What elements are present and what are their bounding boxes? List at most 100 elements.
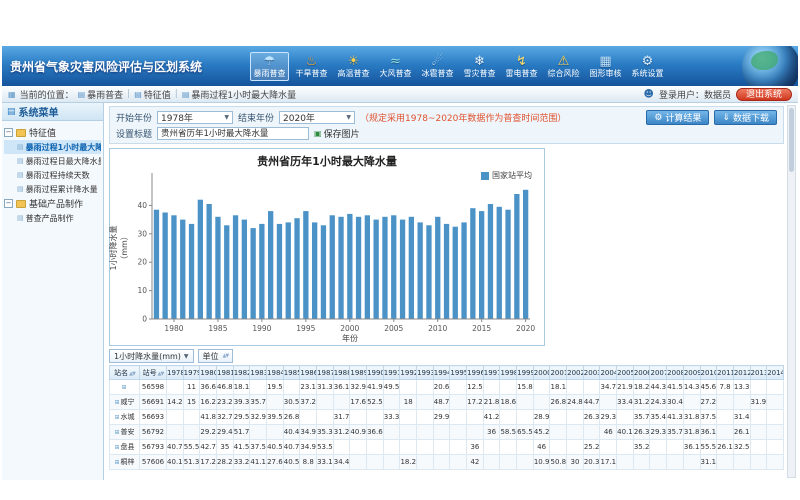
start-year-value: 1978年 bbox=[161, 111, 193, 124]
breadcrumb-item[interactable]: ▤暴雨普查 bbox=[78, 88, 124, 101]
table-row[interactable]: ⊞威宁5669114.21516.223.239.335.730.537.217… bbox=[110, 395, 784, 410]
collapse-icon[interactable]: − bbox=[4, 128, 13, 137]
value-type-select[interactable]: 1小时降水量(mm) ▼ bbox=[109, 349, 194, 363]
column-header[interactable]: 2010 bbox=[700, 366, 717, 380]
column-header[interactable]: 1989 bbox=[350, 366, 367, 380]
column-header[interactable]: 1991 bbox=[383, 366, 400, 380]
column-header[interactable]: 2008 bbox=[667, 366, 684, 380]
table-row[interactable]: ⊞盘县5679340.755.542.73541.537.540.540.734… bbox=[110, 440, 784, 455]
end-year-select[interactable]: 2020年 ▼ bbox=[279, 111, 355, 124]
tree-leaf[interactable]: ▤暴雨过程1小时最大降水量 bbox=[4, 140, 101, 154]
station-id-cell: 56693 bbox=[140, 410, 167, 425]
table-row[interactable]: ⊞565981136.646.818.119.523.131.336.132.9… bbox=[110, 380, 784, 395]
expand-icon[interactable]: ⊞ bbox=[114, 444, 119, 451]
topnav-item-review[interactable]: ▦图形审核 bbox=[586, 52, 625, 81]
save-image-button[interactable]: ▣ 保存图片 bbox=[314, 127, 360, 140]
topnav-item-risk[interactable]: ⚠综合风险 bbox=[544, 52, 583, 81]
value-cell: 55.5 bbox=[700, 440, 717, 455]
tree-folder[interactable]: −特征值 bbox=[4, 125, 101, 140]
column-header[interactable]: 1982 bbox=[233, 366, 250, 380]
column-header[interactable]: 1980 bbox=[200, 366, 217, 380]
topnav-item-heat[interactable]: ☀高温普查 bbox=[334, 52, 373, 81]
column-header[interactable]: 1999 bbox=[517, 366, 534, 380]
expand-icon[interactable]: ⊞ bbox=[121, 384, 126, 391]
column-header[interactable]: 2000 bbox=[533, 366, 550, 380]
column-header[interactable]: 2006 bbox=[633, 366, 650, 380]
column-header[interactable]: 1981 bbox=[217, 366, 234, 380]
table-row[interactable]: ⊞水城5669341.832.729.532.939.526.831.733.3… bbox=[110, 410, 784, 425]
svg-text:2020: 2020 bbox=[516, 324, 535, 333]
unit-select[interactable]: 单位 ▲▼ bbox=[198, 349, 234, 363]
column-header[interactable]: 1994 bbox=[433, 366, 450, 380]
column-header[interactable]: 1990 bbox=[367, 366, 384, 380]
column-header[interactable]: 2001 bbox=[550, 366, 567, 380]
column-header[interactable]: 2005 bbox=[617, 366, 634, 380]
expand-icon[interactable]: ⊞ bbox=[114, 399, 119, 406]
column-header[interactable]: 1995 bbox=[450, 366, 467, 380]
column-header[interactable]: 站号▲▼ bbox=[140, 366, 167, 380]
topnav-item-snow[interactable]: ❄雪灾普查 bbox=[460, 52, 499, 81]
column-header[interactable]: 1997 bbox=[483, 366, 500, 380]
scrollbar-thumb[interactable] bbox=[789, 108, 794, 172]
svg-text:2010: 2010 bbox=[428, 324, 447, 333]
value-cell: 39.5 bbox=[267, 410, 284, 425]
topnav-item-drought[interactable]: ♨干旱普查 bbox=[292, 52, 331, 81]
sort-icon[interactable]: ▲▼ bbox=[158, 371, 164, 377]
tree-folder[interactable]: −基础产品制作 bbox=[4, 196, 101, 211]
value-cell: 53.5 bbox=[317, 440, 334, 455]
column-header[interactable]: 2003 bbox=[583, 366, 600, 380]
topnav-item-settings[interactable]: ⚙系统设置 bbox=[628, 52, 667, 81]
column-header[interactable]: 2013 bbox=[750, 366, 767, 380]
column-header[interactable]: 1996 bbox=[467, 366, 484, 380]
chart-title-input[interactable]: 贵州省历年1小时最大降水量 bbox=[157, 127, 309, 140]
column-header[interactable]: 2002 bbox=[567, 366, 584, 380]
value-cell: 52.5 bbox=[367, 395, 384, 410]
topnav-item-rain[interactable]: ☂暴雨普查 bbox=[250, 52, 289, 81]
sort-icon[interactable]: ▲▼ bbox=[129, 371, 135, 377]
table-row[interactable]: ⊞普安5679229.229.451.740.434.935.331.240.9… bbox=[110, 425, 784, 440]
column-header[interactable]: 1978 bbox=[167, 366, 184, 380]
tree-leaf[interactable]: ▤暴雨过程日最大降水量 bbox=[4, 154, 101, 168]
column-header[interactable]: 1998 bbox=[500, 366, 517, 380]
column-header[interactable]: 2009 bbox=[683, 366, 700, 380]
column-header[interactable]: 2012 bbox=[733, 366, 750, 380]
column-header[interactable]: 1993 bbox=[417, 366, 434, 380]
collapse-icon[interactable]: − bbox=[4, 199, 13, 208]
topnav-item-hail[interactable]: ☄冰雹普查 bbox=[418, 52, 457, 81]
column-header[interactable]: 2004 bbox=[600, 366, 617, 380]
column-header[interactable]: 1985 bbox=[283, 366, 300, 380]
column-header[interactable]: 2014 bbox=[767, 366, 784, 380]
column-header[interactable]: 2011 bbox=[717, 366, 734, 380]
column-header[interactable]: 1987 bbox=[317, 366, 334, 380]
logout-button[interactable]: 退出系统 bbox=[736, 88, 792, 101]
calculate-button[interactable]: ⚙ 计算结果 bbox=[646, 110, 709, 125]
column-header[interactable]: 1979 bbox=[183, 366, 200, 380]
title-setting-label: 设置标题 bbox=[116, 127, 152, 140]
column-header[interactable]: 站名▲▼ bbox=[110, 366, 140, 380]
expand-icon[interactable]: ⊞ bbox=[114, 414, 119, 421]
download-button[interactable]: ⇓ 数据下载 bbox=[714, 110, 777, 125]
start-year-select[interactable]: 1978年 ▼ bbox=[157, 111, 233, 124]
breadcrumb-item[interactable]: ▤特征值 bbox=[134, 88, 171, 101]
topnav-item-wind[interactable]: ≈大风普查 bbox=[376, 52, 415, 81]
app-title: 贵州省气象灾害风险评估与区划系统 bbox=[2, 58, 250, 75]
value-cell bbox=[633, 455, 650, 470]
topnav-item-lightning[interactable]: ↯雷电普查 bbox=[502, 52, 541, 81]
column-header[interactable]: 1984 bbox=[267, 366, 284, 380]
tree-leaf[interactable]: ▤暴雨过程累计降水量 bbox=[4, 182, 101, 196]
expand-icon[interactable]: ⊞ bbox=[114, 459, 119, 466]
column-header[interactable]: 1988 bbox=[333, 366, 350, 380]
value-type-label: 1小时降水量(mm) bbox=[114, 351, 181, 362]
vertical-scrollbar[interactable] bbox=[787, 105, 796, 478]
column-header[interactable]: 1983 bbox=[250, 366, 267, 380]
expand-icon[interactable]: ⊞ bbox=[114, 429, 119, 436]
table-row[interactable]: ⊞桐梓5760640.151.317.228.233.241.127.640.5… bbox=[110, 455, 784, 470]
breadcrumb-item[interactable]: ▤暴雨过程1小时最大降水量 bbox=[182, 88, 296, 101]
tree-leaf[interactable]: ▤暴雨过程持续天数 bbox=[4, 168, 101, 182]
tree-leaf[interactable]: ▤普查产品制作 bbox=[4, 211, 101, 225]
breadcrumb-item-label: 特征值 bbox=[144, 88, 171, 101]
column-header[interactable]: 1992 bbox=[400, 366, 417, 380]
column-header[interactable]: 2007 bbox=[650, 366, 667, 380]
value-cell: 36.6 bbox=[367, 425, 384, 440]
column-header[interactable]: 1986 bbox=[300, 366, 317, 380]
